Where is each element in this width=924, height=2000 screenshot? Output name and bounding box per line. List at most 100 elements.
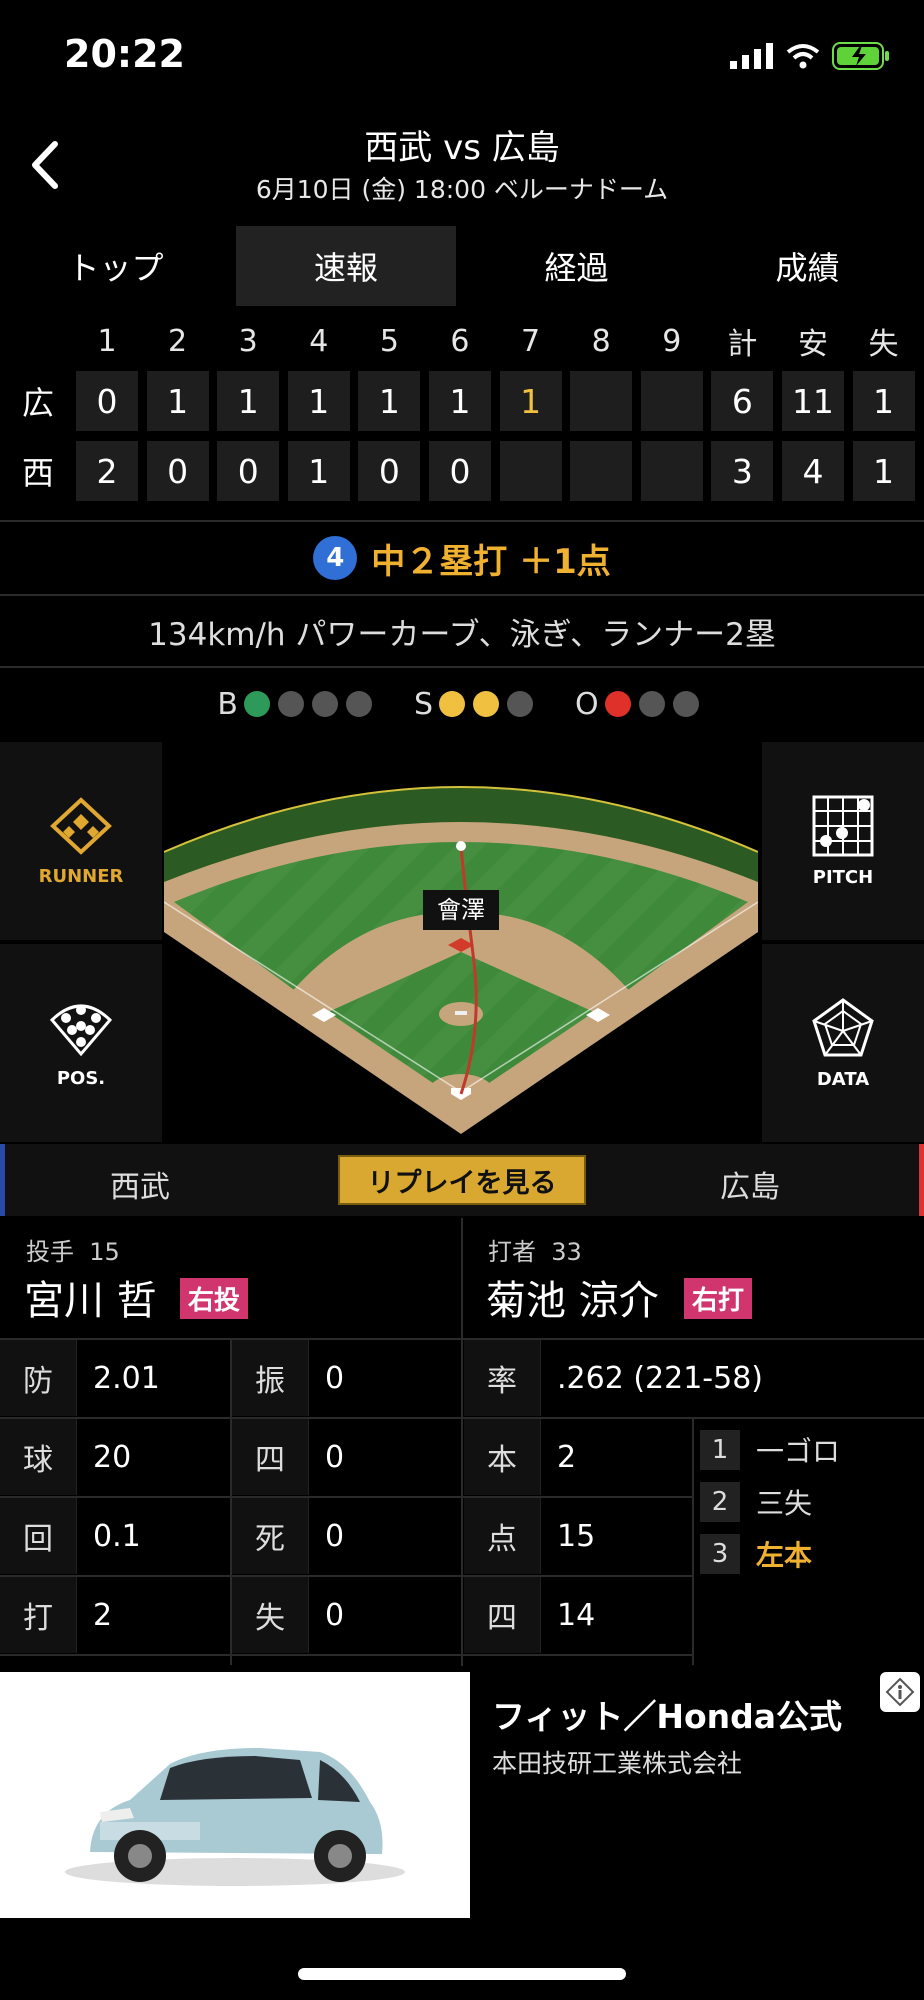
- out-dot: [604, 691, 631, 717]
- balls-group: B: [217, 687, 380, 722]
- tab-live[interactable]: 速報: [236, 226, 456, 306]
- at-bat-list: 1 一ゴロ 2 三失 3 左本: [700, 1424, 920, 1580]
- at-bat-number: 1: [700, 1430, 740, 1470]
- home-team-label: 西武: [110, 1170, 170, 1205]
- inning-cell: 0: [217, 441, 280, 501]
- stat-key: 打: [0, 1577, 76, 1653]
- team-color-left: [0, 1144, 5, 1216]
- play-text: 中２塁打 ＋1点: [371, 541, 611, 582]
- strike-dot: [507, 691, 533, 717]
- at-bat-number: 2: [700, 1482, 740, 1522]
- batter-stat-row: 四 14: [464, 1577, 690, 1654]
- total-cell: 6: [711, 371, 774, 431]
- tab-top[interactable]: トップ: [0, 226, 231, 306]
- inning-header: 5: [379, 323, 399, 359]
- tab-bar: トップ 速報 経過 成績: [0, 226, 924, 306]
- ad-company: 本田技研工業株式会社: [492, 1749, 743, 1778]
- inning-cell: [499, 441, 562, 501]
- stat-value: 0: [308, 1577, 458, 1653]
- inning-cell: [570, 371, 633, 431]
- pitcher-stat-row: 防 2.01 振 0: [0, 1340, 458, 1417]
- pitcher-role: 投手 15: [26, 1238, 120, 1266]
- out-dot: [672, 691, 699, 717]
- ball-dot: [345, 691, 372, 717]
- inning-cell: [640, 441, 703, 501]
- stat-key: 回: [0, 1498, 76, 1574]
- divider: [692, 1419, 694, 1665]
- runner-icon: [50, 796, 112, 855]
- data-label: DATA: [816, 1068, 870, 1090]
- pitch-grid-icon: [812, 795, 874, 856]
- runner-button[interactable]: RUNNER: [0, 742, 162, 940]
- inning-header: 1: [97, 323, 117, 359]
- ad-image[interactable]: [0, 1672, 470, 1918]
- pitcher-hand-badge: 右投: [180, 1278, 249, 1319]
- tab-stats[interactable]: 成績: [692, 226, 923, 306]
- scoreboard-row: 広 0 1 1 1 1 1 1 6 11 1: [0, 366, 924, 436]
- pitcher-card[interactable]: 投手 15 宮川 哲 右投: [0, 1218, 460, 1338]
- at-bat-result: 左本: [756, 1539, 813, 1572]
- divider: [0, 1417, 924, 1419]
- scoreboard: 123456789計安失 広 0 1 1 1 1 1 1 6 11 1 西 200100341: [0, 316, 924, 506]
- inning-cell: 1: [287, 441, 350, 501]
- batter-stat-row: 本2: [464, 1419, 690, 1496]
- ball-dot: [277, 691, 304, 717]
- outs-group: O: [575, 687, 707, 722]
- batter-name: 菊池 涼介: [486, 1278, 659, 1324]
- batter-card[interactable]: 打者 33 菊池 涼介 右打: [462, 1218, 922, 1338]
- ad-headline[interactable]: フィット／Honda公式: [492, 1690, 842, 1738]
- inning-cell: 0: [358, 441, 421, 501]
- stat-value: 0: [308, 1419, 458, 1495]
- stat-key: 本: [464, 1419, 540, 1495]
- inning-cell: 0: [76, 371, 138, 431]
- total-cell: 11: [781, 371, 844, 431]
- inning-cell: 0: [146, 441, 209, 501]
- at-bat-item: 1 一ゴロ: [700, 1424, 920, 1476]
- radar-chart-icon: [812, 997, 874, 1056]
- stat-value: 0: [308, 1498, 458, 1574]
- stat-key: 率: [464, 1340, 540, 1416]
- stat-value: 0: [308, 1340, 458, 1416]
- pos-button[interactable]: POS.: [0, 944, 162, 1142]
- total-cell: 1: [852, 441, 915, 501]
- data-button[interactable]: DATA: [762, 944, 924, 1142]
- at-bat-item: 3 左本: [700, 1528, 920, 1580]
- inning-cell: 1: [146, 371, 209, 431]
- team-label: 西: [21, 454, 54, 492]
- stat-key: 死: [232, 1498, 308, 1574]
- pitch-button[interactable]: PITCH: [762, 742, 924, 940]
- ball-count: B S O: [0, 668, 924, 740]
- stat-value: 0.1: [76, 1498, 230, 1574]
- inning-header: 3: [238, 323, 258, 359]
- stat-value: 2.01: [76, 1340, 230, 1416]
- pitcher-name: 宮川 哲: [24, 1278, 157, 1324]
- inning-cell: 1: [358, 371, 421, 431]
- stat-value: 20: [76, 1419, 230, 1495]
- stat-key: 防: [0, 1340, 76, 1416]
- inning-cell: 1: [499, 371, 562, 431]
- ball-dot: [311, 691, 338, 717]
- pitcher-stat-row: 打2失0: [0, 1577, 458, 1654]
- ad-info-button[interactable]: [880, 1672, 920, 1712]
- inning-header: 6: [450, 323, 470, 359]
- stat-value: .262 (221-58): [540, 1340, 924, 1416]
- divider: [230, 1340, 232, 1665]
- inning-header: 失: [868, 327, 899, 362]
- pitcher-stat-row: 回 0.1 死 0: [0, 1498, 458, 1575]
- stat-key: 失: [232, 1577, 308, 1653]
- car-image: [65, 1748, 405, 1886]
- scoreboard-header: 1 2 3 4 5 6 7 8 9 計 安 失: [0, 316, 924, 366]
- watch-replay-button[interactable]: リプレイを見る: [338, 1155, 586, 1205]
- inning-cell: [640, 371, 703, 431]
- stat-key: 振: [232, 1340, 308, 1416]
- total-cell: 3: [711, 441, 774, 501]
- at-bat-result: 三失: [756, 1487, 813, 1520]
- stat-key: 四: [232, 1419, 308, 1495]
- divider: [0, 1496, 692, 1498]
- ad-banner[interactable]: フィット／Honda公式 本田技研工業株式会社: [0, 1672, 924, 1918]
- strike-dot: [473, 691, 499, 717]
- home-indicator[interactable]: [298, 1968, 626, 1980]
- signal-icon: [730, 43, 773, 69]
- wifi-icon: [786, 44, 820, 69]
- tab-progress[interactable]: 経過: [461, 226, 692, 306]
